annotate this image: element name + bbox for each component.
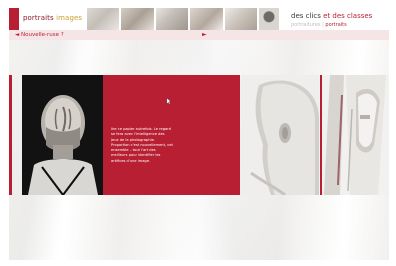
panel-text: lire ce papier autrefois. Le regard se f… — [111, 127, 173, 163]
cursor-icon — [166, 97, 173, 105]
subnav-plain: portraitures | — [291, 22, 326, 28]
top-bar: ◄ Nouvelle-ruse ? ► — [9, 30, 389, 40]
thumbnail-image[interactable] — [121, 8, 154, 30]
thumbnail-image[interactable] — [190, 8, 223, 30]
site-header: portraits images des clics et des classe… — [9, 8, 389, 30]
back-link[interactable]: ◄ Nouvelle-ruse ? — [15, 31, 64, 39]
page: portraits images des clics et des classe… — [0, 0, 396, 266]
photo-structure-graphic — [322, 75, 389, 195]
next-arrow-icon[interactable]: ► — [202, 31, 207, 39]
logo-mark[interactable] — [9, 8, 19, 30]
thumbnail-image[interactable] — [224, 8, 258, 30]
text-panel: lire ce papier autrefois. Le regard se f… — [103, 75, 240, 195]
thumbnail-image[interactable] — [87, 8, 120, 30]
red-edge — [9, 75, 12, 195]
brand-left[interactable]: portraits images — [23, 14, 82, 22]
photo-back-of-head-graphic — [22, 75, 103, 195]
subnav-accent: portraits — [325, 22, 347, 28]
brand-left-accent: images — [56, 14, 83, 22]
photo-back-of-head — [22, 75, 103, 195]
photo-bald-head — [241, 75, 319, 195]
brand-right-accent: et des classes — [323, 12, 373, 20]
image-strip: lire ce papier autrefois. Le regard se f… — [9, 75, 389, 195]
thumbnail-strip — [87, 8, 258, 30]
portrait-thumbnail[interactable] — [259, 8, 279, 30]
photo-structure — [322, 75, 389, 195]
brand-left-main: portraits — [23, 14, 54, 22]
brand-right[interactable]: des clics et des classes — [291, 12, 372, 20]
photo-bald-head-graphic — [241, 75, 319, 195]
sub-navigation[interactable]: portraitures | portraits — [291, 22, 347, 28]
thumbnail-image[interactable] — [155, 8, 189, 30]
brand-right-main: des clics — [291, 12, 321, 20]
